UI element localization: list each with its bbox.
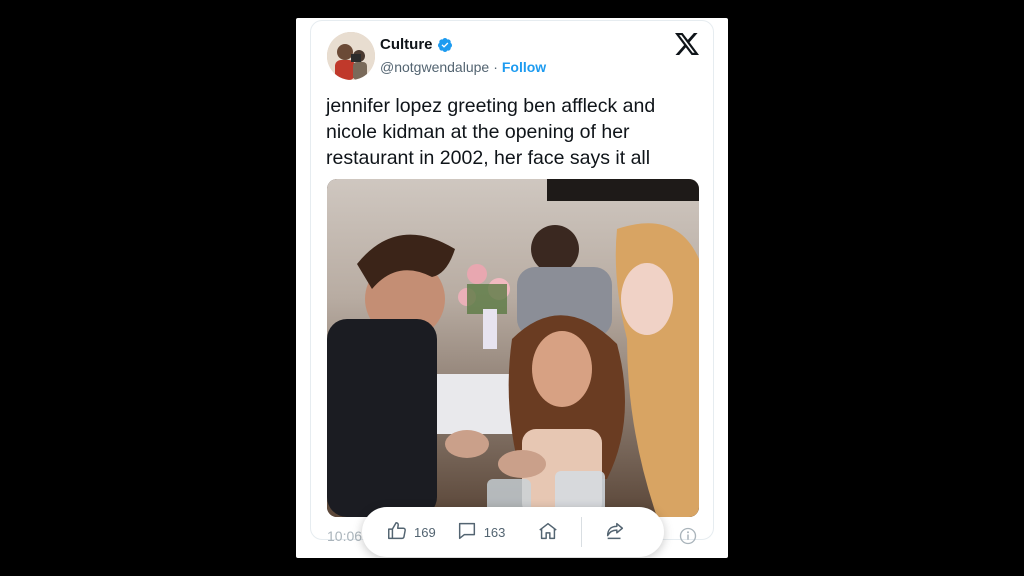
author-name-row: Culture	[380, 36, 453, 53]
comment-icon	[456, 520, 478, 545]
like-button[interactable]: 169	[386, 520, 436, 545]
follow-button[interactable]: Follow	[502, 59, 546, 75]
thumbs-up-icon	[386, 520, 408, 545]
author-display-name[interactable]: Culture	[380, 36, 433, 53]
verified-badge-icon	[437, 37, 453, 53]
info-icon[interactable]	[679, 527, 697, 545]
action-bar: 169 163	[362, 507, 664, 557]
tweet-timestamp[interactable]: 10:06	[327, 528, 362, 544]
like-count: 169	[414, 524, 436, 540]
tweet-photo[interactable]	[327, 179, 699, 517]
home-icon	[537, 520, 559, 545]
reply-button[interactable]: 163	[456, 520, 506, 545]
action-divider	[581, 517, 583, 547]
author-handle[interactable]: @notgwendalupe	[380, 59, 489, 75]
home-button[interactable]	[537, 520, 559, 545]
share-button[interactable]	[604, 520, 626, 545]
x-logo-icon[interactable]	[675, 33, 699, 55]
author-handle-row: @notgwendalupe · Follow	[380, 59, 546, 75]
photo-image	[327, 179, 699, 517]
avatar-image	[327, 32, 375, 80]
share-icon	[604, 520, 626, 545]
handle-separator: ·	[493, 59, 498, 75]
avatar[interactable]	[327, 32, 375, 80]
tweet-text: jennifer lopez greeting ben affleck and …	[326, 95, 656, 169]
reply-count: 163	[483, 524, 506, 540]
